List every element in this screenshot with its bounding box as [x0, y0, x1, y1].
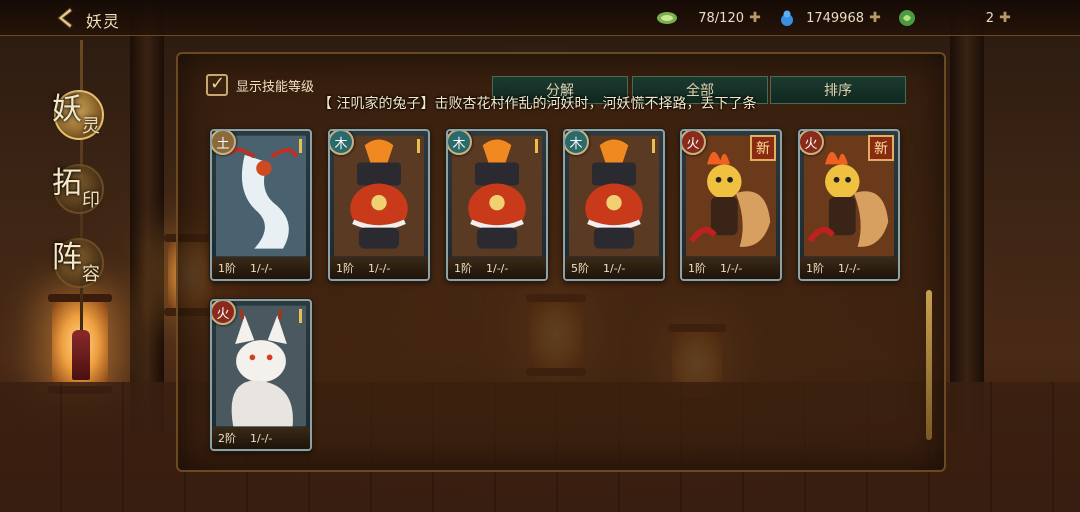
skill-levels: 1/-/- [250, 261, 273, 275]
card-footer: 2阶 1/-/- [212, 427, 310, 449]
side-tab-yaoling[interactable]: 妖 灵 [44, 80, 114, 150]
element-badge: 木 [565, 131, 589, 155]
resource-token: 2 ✚ [896, 6, 1012, 30]
checkbox-checked[interactable] [206, 73, 228, 96]
spirit-portrait [216, 305, 306, 427]
element-badge: 土 [212, 131, 236, 155]
side-tab-small-char: 灵 [82, 116, 100, 137]
chevron-left-icon [57, 7, 73, 29]
skill-levels: 1/-/- [838, 261, 861, 275]
add-token-button[interactable]: ✚ [998, 11, 1012, 25]
rank-label: 1阶 [218, 262, 236, 275]
rank-label: 1阶 [454, 262, 472, 275]
skill-levels: 1/-/- [720, 261, 743, 275]
card-footer: 1阶 1/-/- [682, 257, 780, 279]
star-tick-icon [652, 139, 655, 153]
skill-levels: 1/-/- [603, 261, 626, 275]
back-button[interactable] [52, 6, 78, 30]
green-token-icon [899, 10, 915, 26]
card-footer: 1阶 1/-/- [800, 257, 898, 279]
resource-value: 1749968 [806, 10, 864, 26]
rank-label: 1阶 [806, 262, 824, 275]
rank-label: 5阶 [571, 262, 589, 275]
side-tab-big-char: 阵 [52, 240, 82, 275]
card-footer: 1阶 1/-/- [448, 257, 546, 279]
spirit-card[interactable]: 木 5阶 1/-/- [563, 129, 665, 281]
element-badge: 木 [448, 131, 472, 155]
new-badge: 新 [750, 135, 776, 161]
star-tick-icon [417, 139, 420, 153]
top-bar: 妖灵 78/120 ✚ 1749968 ✚ 2 ✚ [0, 0, 1080, 36]
gourd-icon [781, 10, 793, 26]
resource-value: 78/120 [698, 10, 744, 26]
pillar [130, 0, 164, 432]
card-footer: 1阶 1/-/- [330, 257, 428, 279]
resource-gourd: 1749968 ✚ [776, 6, 882, 30]
element-badge: 火 [682, 131, 706, 155]
pillar [950, 0, 984, 432]
jade-leaf-icon [657, 12, 677, 24]
side-tab-zhenrong[interactable]: 阵 容 [44, 228, 114, 298]
element-badge: 火 [800, 131, 824, 155]
side-tab-big-char: 拓 [52, 166, 82, 201]
element-badge: 火 [212, 301, 236, 325]
rank-label: 2阶 [218, 432, 236, 445]
add-jade-button[interactable]: ✚ [748, 11, 762, 25]
spirit-card[interactable]: 木 1阶 1/-/- [328, 129, 430, 281]
new-badge: 新 [868, 135, 894, 161]
side-tab-small-char: 容 [82, 264, 100, 285]
spirit-portrait [334, 135, 424, 257]
page-title: 妖灵 [86, 12, 121, 31]
skill-levels: 1/-/- [368, 261, 391, 275]
spirit-portrait [569, 135, 659, 257]
skill-levels: 1/-/- [250, 431, 273, 445]
red-tassel [72, 330, 90, 380]
add-gourd-button[interactable]: ✚ [868, 11, 882, 25]
star-tick-icon [299, 139, 302, 153]
resource-value: 2 [985, 10, 994, 26]
resource-jade: 78/120 ✚ [656, 6, 762, 30]
rank-label: 1阶 [688, 262, 706, 275]
show-skill-level-toggle[interactable]: 显示技能等级 [206, 73, 315, 96]
side-tab-big-char: 妖 [52, 92, 82, 127]
spirit-portrait [216, 135, 306, 257]
spirit-portrait [452, 135, 542, 257]
scrollbar-track[interactable] [926, 290, 932, 440]
spirit-card[interactable]: 木 1阶 1/-/- [446, 129, 548, 281]
scrollbar-thumb[interactable] [926, 290, 932, 440]
spirit-card[interactable]: 火 2阶 1/-/- [210, 299, 312, 451]
spirit-card[interactable]: 火 新 1阶 1/-/- [798, 129, 900, 281]
rank-label: 1阶 [336, 262, 354, 275]
announcement-marquee: 【 汪叽家的兔子】击败杏花村作乱的河妖时，河妖慌不择路，丢下了条 [318, 96, 757, 112]
spirit-card[interactable]: 土 1阶 1/-/- [210, 129, 312, 281]
star-tick-icon [299, 309, 302, 323]
side-tab-small-char: 印 [82, 190, 100, 211]
card-footer: 1阶 1/-/- [212, 257, 310, 279]
card-footer: 5阶 1/-/- [565, 257, 663, 279]
skill-toggle-label: 显示技能等级 [236, 79, 315, 95]
star-tick-icon [535, 139, 538, 153]
element-badge: 木 [330, 131, 354, 155]
side-tab-tuoyin[interactable]: 拓 印 [44, 154, 114, 224]
skill-levels: 1/-/- [486, 261, 509, 275]
spirit-card[interactable]: 火 新 1阶 1/-/- [680, 129, 782, 281]
